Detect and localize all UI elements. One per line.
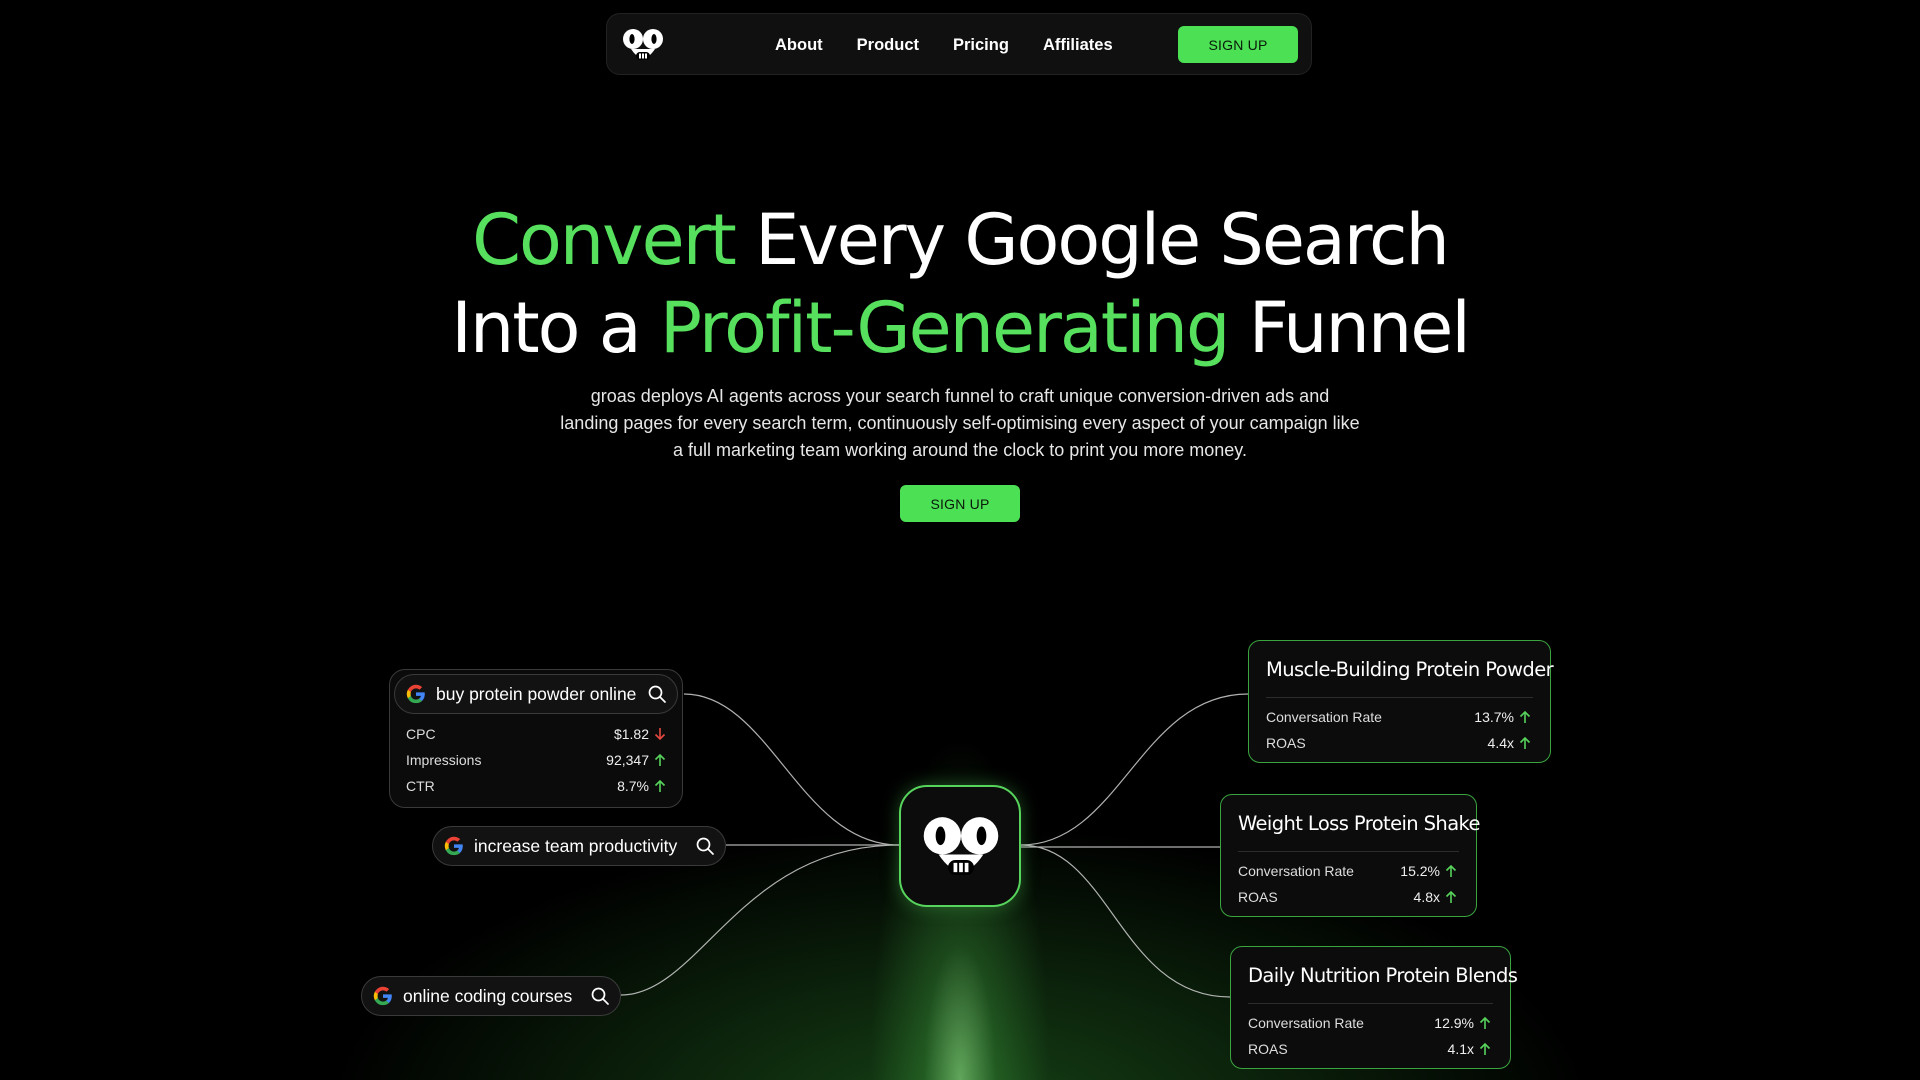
search-icon[interactable]: [695, 836, 715, 856]
landing-page-metrics: Conversation Rate 12.9% ROAS 4.1x: [1248, 1004, 1493, 1062]
metric-row: Conversation Rate 13.7%: [1266, 704, 1533, 730]
landing-page-metrics: Conversation Rate 13.7% ROAS 4.4x: [1266, 698, 1533, 756]
metric-value: 12.9%: [1434, 1015, 1474, 1031]
metric-row: Conversation Rate 15.2%: [1238, 858, 1459, 884]
metric-row: ROAS 4.8x: [1238, 884, 1459, 910]
metric-value: 15.2%: [1400, 863, 1440, 879]
arrow-up-icon: [1479, 1042, 1491, 1055]
landing-page-metrics: Conversation Rate 15.2% ROAS 4.8x: [1238, 852, 1459, 910]
query-metrics: CPC $1.82 Impressions 92,347 CTR 8.7%: [406, 721, 668, 799]
groas-hub-logo: [899, 785, 1021, 907]
metric-value: 13.7%: [1474, 709, 1514, 725]
connector-lines: [620, 693, 1249, 998]
metric-value: 8.7%: [617, 778, 649, 794]
metric-value: 4.1x: [1447, 1041, 1474, 1057]
landing-page-card[interactable]: Muscle-Building Protein Powder Conversat…: [1248, 640, 1554, 763]
google-g-icon: [444, 836, 463, 856]
metric-label: Conversation Rate: [1238, 863, 1354, 879]
search-query-text: online coding courses: [403, 985, 573, 1006]
landing-page-title: Daily Nutrition Protein Blends: [1248, 947, 1518, 1004]
metric-label: CTR: [406, 778, 435, 794]
arrow-up-icon: [1519, 710, 1531, 723]
search-query-pill[interactable]: online coding courses: [361, 976, 621, 1016]
metric-row: Conversation Rate 12.9%: [1248, 1010, 1493, 1036]
arrow-up-icon: [1519, 736, 1531, 749]
search-query-pill[interactable]: buy protein powder online: [394, 674, 678, 714]
search-query-pill[interactable]: increase team productivity: [432, 826, 726, 866]
metric-label: CPC: [406, 726, 436, 742]
google-g-icon: [373, 986, 392, 1006]
metric-label: Impressions: [406, 752, 482, 768]
metric-value: 4.8x: [1413, 889, 1440, 905]
arrow-up-icon: [1445, 890, 1457, 903]
metric-value: 4.4x: [1487, 735, 1514, 751]
robot-face-icon: [923, 817, 999, 875]
metric-row: ROAS 4.4x: [1266, 730, 1533, 756]
landing-page-title: Weight Loss Protein Shake: [1238, 795, 1481, 852]
metric-row: Impressions 92,347: [406, 747, 668, 773]
search-icon[interactable]: [647, 684, 667, 704]
metric-label: ROAS: [1238, 889, 1278, 905]
arrow-up-icon: [1445, 864, 1457, 877]
metric-label: Conversation Rate: [1248, 1015, 1364, 1031]
metric-row: CTR 8.7%: [406, 773, 668, 799]
search-icon[interactable]: [590, 986, 610, 1006]
arrow-up-icon: [1479, 1016, 1491, 1029]
metric-label: ROAS: [1266, 735, 1306, 751]
search-query-card: buy protein powder online CPC $1.82 Impr…: [389, 669, 683, 808]
google-g-icon: [406, 684, 425, 704]
metric-row: CPC $1.82: [406, 721, 668, 747]
metric-row: ROAS 4.1x: [1248, 1036, 1493, 1062]
metric-label: Conversation Rate: [1266, 709, 1382, 725]
metric-value: $1.82: [613, 726, 649, 742]
metric-value: 92,347: [606, 752, 649, 768]
landing-page-card[interactable]: Weight Loss Protein Shake Conversation R…: [1220, 794, 1481, 917]
landing-page-title: Muscle-Building Protein Powder: [1266, 641, 1554, 698]
search-query-text: increase team productivity: [474, 835, 678, 856]
metric-label: ROAS: [1248, 1041, 1288, 1057]
arrow-up-icon: [654, 753, 666, 766]
search-query-text: buy protein powder online: [436, 683, 637, 704]
arrow-up-icon: [654, 779, 666, 792]
arrow-down-icon: [654, 728, 666, 741]
landing-page-card[interactable]: Daily Nutrition Protein Blends Conversat…: [1230, 946, 1518, 1069]
